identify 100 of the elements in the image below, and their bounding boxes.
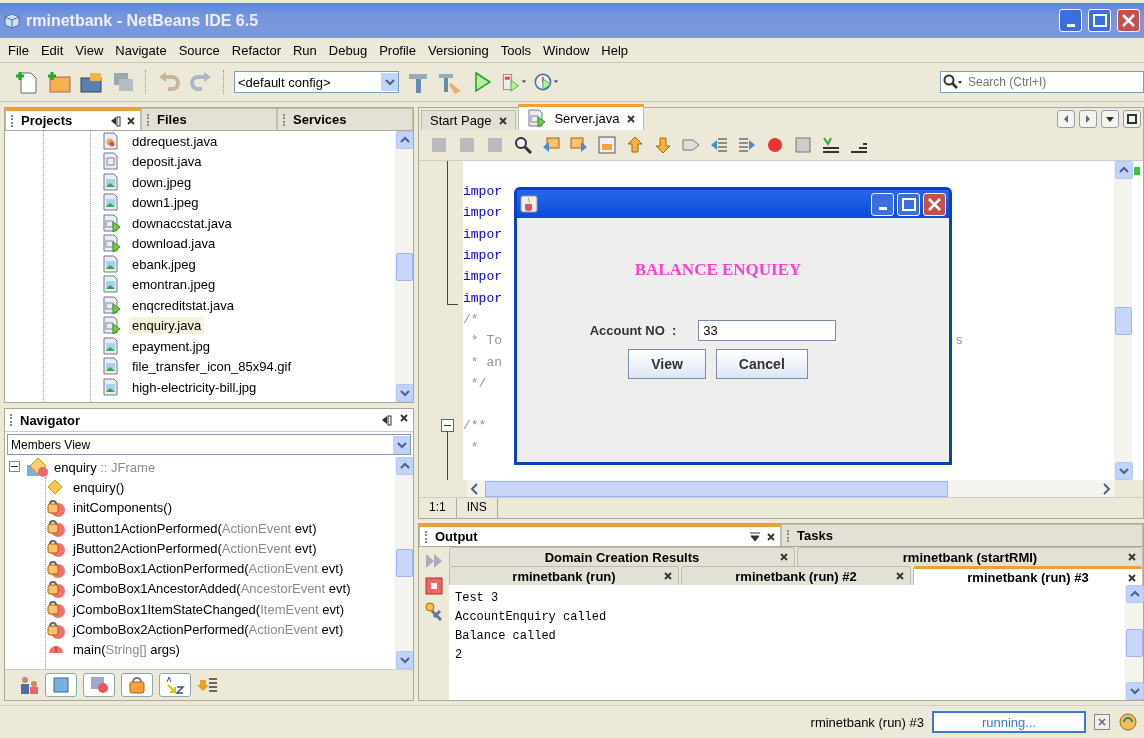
comment-icon[interactable] bbox=[821, 135, 841, 155]
cancel-task-button[interactable] bbox=[1094, 714, 1110, 730]
member-item[interactable]: enquiry :: JFrame bbox=[54, 459, 156, 475]
search-icon[interactable] bbox=[513, 135, 533, 155]
close-button[interactable] bbox=[923, 192, 946, 216]
shift-left-icon[interactable] bbox=[709, 135, 729, 155]
fold-toggle[interactable] bbox=[441, 419, 454, 433]
scroll-thumb[interactable] bbox=[396, 549, 413, 577]
scrollbar[interactable] bbox=[395, 131, 413, 402]
project-tree-item[interactable]: file_transfer_icon_85x94.gif bbox=[129, 358, 294, 376]
panel-tab[interactable]: Projects bbox=[5, 108, 141, 130]
menu-item[interactable]: File bbox=[2, 42, 35, 58]
run-tab[interactable]: Domain Creation Results bbox=[449, 547, 795, 566]
collapse-toggle-icon[interactable] bbox=[9, 459, 20, 475]
dialog-button[interactable]: Cancel bbox=[715, 349, 808, 379]
dialog-button[interactable]: View bbox=[628, 349, 706, 379]
project-tree-item[interactable]: enqcreditstat.java bbox=[129, 296, 237, 314]
up-arrow-icon[interactable] bbox=[625, 135, 645, 155]
menu-item[interactable]: Tools bbox=[494, 42, 538, 58]
close-button[interactable] bbox=[1117, 9, 1140, 32]
close-icon[interactable] bbox=[127, 116, 135, 125]
scrollbar[interactable] bbox=[1114, 161, 1132, 480]
search-input[interactable]: Search (Ctrl+I) bbox=[966, 74, 1130, 90]
view-dropdown[interactable]: Members View bbox=[7, 434, 411, 455]
member-item[interactable]: jButton1ActionPerformed(ActionEvent evt) bbox=[73, 520, 317, 536]
tab-nav-button[interactable] bbox=[1101, 110, 1119, 128]
horizontal-scrollbar[interactable] bbox=[467, 480, 1114, 497]
filter-button[interactable] bbox=[45, 673, 77, 697]
sort-list-icon[interactable] bbox=[197, 676, 217, 694]
new-folder-icon[interactable] bbox=[46, 69, 72, 95]
scrollbar[interactable] bbox=[395, 457, 413, 669]
project-tree-item[interactable]: enquiry.java bbox=[129, 317, 205, 335]
member-item[interactable]: jButton2ActionPerformed(ActionEvent evt) bbox=[73, 540, 317, 556]
search-field[interactable]: Search (Ctrl+I) bbox=[940, 71, 1144, 93]
member-item[interactable]: jComboBox1ActionPerformed(ActionEvent evt) bbox=[73, 561, 344, 577]
menu-item[interactable]: Versioning bbox=[422, 42, 495, 58]
close-icon[interactable] bbox=[627, 114, 636, 123]
stop-icon[interactable] bbox=[425, 577, 443, 595]
project-tree-item[interactable]: download.java bbox=[129, 235, 219, 253]
find-next-icon[interactable] bbox=[569, 135, 589, 155]
menu-item[interactable]: Profile bbox=[373, 42, 422, 58]
run-tab[interactable]: rminetbank (startRMI) bbox=[797, 547, 1143, 566]
close-icon[interactable] bbox=[664, 572, 672, 580]
member-item[interactable]: jComboBox1ItemStateChanged(ItemEvent evt) bbox=[73, 601, 344, 617]
member-item[interactable]: enquiry() bbox=[73, 479, 125, 495]
scrollbar[interactable] bbox=[1125, 585, 1143, 700]
minimize-button[interactable] bbox=[871, 192, 894, 216]
project-tree-item[interactable]: high-electricity-bill.jpg bbox=[129, 378, 260, 396]
find-previous-icon[interactable] bbox=[541, 135, 561, 155]
new-file-icon[interactable] bbox=[14, 69, 40, 95]
dropdown-icon[interactable] bbox=[749, 530, 761, 543]
close-icon[interactable] bbox=[767, 532, 775, 541]
scroll-thumb[interactable] bbox=[1126, 628, 1143, 657]
close-icon[interactable] bbox=[896, 572, 904, 580]
record-icon[interactable] bbox=[765, 135, 785, 155]
people-icon[interactable] bbox=[19, 675, 39, 695]
project-tree-item[interactable]: downaccstat.java bbox=[129, 214, 235, 232]
highlight-icon[interactable] bbox=[597, 135, 617, 155]
close-icon[interactable] bbox=[499, 116, 508, 125]
dropdown-button[interactable] bbox=[381, 73, 398, 91]
tab-nav-button[interactable] bbox=[1057, 110, 1075, 128]
project-tree-item[interactable]: ebank.jpeg bbox=[129, 255, 199, 273]
scroll-thumb[interactable] bbox=[396, 252, 413, 281]
menu-item[interactable]: Help bbox=[595, 42, 635, 58]
menu-item[interactable]: Debug bbox=[322, 42, 374, 58]
minimize-button[interactable] bbox=[1059, 9, 1082, 32]
wrench-icon[interactable] bbox=[424, 601, 444, 621]
project-tree-item[interactable]: ddrequest.java bbox=[129, 132, 221, 150]
tab-nav-button[interactable] bbox=[1123, 110, 1141, 128]
run-tab[interactable]: rminetbank (run) #2 bbox=[681, 566, 911, 585]
menu-item[interactable]: View bbox=[69, 42, 110, 58]
close-icon[interactable] bbox=[400, 414, 408, 422]
maximize-button[interactable] bbox=[897, 192, 920, 216]
close-icon[interactable] bbox=[1128, 574, 1136, 582]
shift-right-icon[interactable] bbox=[737, 135, 757, 155]
menu-item[interactable]: Refactor bbox=[225, 42, 287, 58]
panel-tab[interactable]: Services bbox=[277, 108, 413, 130]
editor-tab[interactable]: Start Page bbox=[421, 110, 517, 130]
run-tab[interactable]: rminetbank (run) bbox=[449, 566, 679, 585]
menu-item[interactable]: Navigate bbox=[109, 42, 173, 58]
member-item[interactable]: jComboBox2ActionPerformed(ActionEvent evt) bbox=[73, 622, 344, 637]
filter-button[interactable] bbox=[83, 673, 115, 697]
filter-button[interactable] bbox=[159, 673, 191, 697]
scroll-thumb[interactable] bbox=[1115, 306, 1132, 335]
project-tree-item[interactable]: epayment.jpg bbox=[129, 337, 214, 355]
close-icon[interactable] bbox=[780, 553, 788, 561]
close-icon[interactable] bbox=[1128, 553, 1136, 561]
menu-item[interactable]: Source bbox=[172, 42, 226, 58]
editor-tab[interactable]: Server.java bbox=[518, 104, 645, 130]
project-tree-item[interactable]: deposit.java bbox=[129, 153, 205, 171]
panel-tab[interactable]: Files bbox=[141, 108, 277, 130]
maximize-button[interactable] bbox=[1088, 9, 1111, 32]
run-tab[interactable]: rminetbank (run) #3 bbox=[913, 566, 1143, 585]
filter-button[interactable] bbox=[121, 673, 153, 697]
menu-item[interactable]: Run bbox=[286, 42, 323, 58]
member-item[interactable]: jComboBox1AncestorAdded(AncestorEvent evt) bbox=[73, 581, 351, 597]
config-dropdown[interactable]: <default config> bbox=[234, 71, 399, 93]
project-tree-item[interactable]: down1.jpeg bbox=[129, 194, 202, 212]
project-tree-item[interactable]: down.jpeg bbox=[129, 173, 195, 191]
member-item[interactable]: main(String[] args) bbox=[73, 642, 180, 658]
